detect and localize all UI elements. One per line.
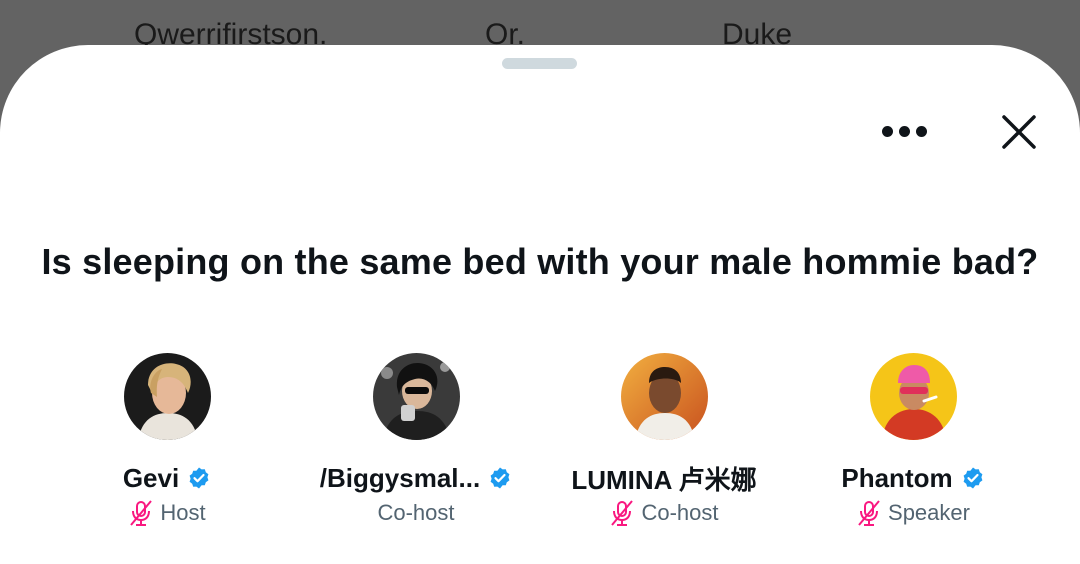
participant-card[interactable]: Phantom Speaker xyxy=(783,353,1043,528)
more-horizontal-icon xyxy=(881,125,927,137)
participant-card[interactable]: Gevi Host xyxy=(37,353,297,528)
mic-off-icon xyxy=(611,500,634,526)
participant-name: LUMINA 卢米娜 xyxy=(571,464,757,495)
avatar[interactable] xyxy=(620,353,708,440)
participant-name: Phantom xyxy=(841,462,953,493)
mic-off-icon xyxy=(130,500,153,526)
avatar[interactable] xyxy=(869,353,957,440)
space-details-sheet: Is sleeping on the same bed with your ma… xyxy=(0,45,1080,564)
close-button[interactable] xyxy=(994,107,1044,157)
verified-badge-icon xyxy=(189,467,209,489)
participant-role: Host xyxy=(160,500,206,525)
more-options-button[interactable] xyxy=(872,111,936,151)
mic-off-icon xyxy=(858,500,880,526)
participant-role: Co-host xyxy=(377,500,455,525)
space-title: Is sleeping on the same bed with your ma… xyxy=(41,241,1039,282)
participant-card[interactable]: /Biggysmal... Co-host xyxy=(286,353,546,528)
avatar[interactable] xyxy=(372,353,460,440)
avatar[interactable] xyxy=(123,353,211,440)
verified-badge-icon xyxy=(963,467,983,489)
participant-card[interactable]: LUMINA 卢米娜 Co-host xyxy=(534,353,794,528)
drag-handle[interactable] xyxy=(502,58,577,69)
close-icon xyxy=(1002,115,1036,149)
participant-role: Speaker xyxy=(888,500,970,525)
participant-role: Co-host xyxy=(641,500,719,525)
verified-badge-icon xyxy=(490,467,510,489)
participant-name: Gevi xyxy=(122,462,180,493)
participant-name: /Biggysmal... xyxy=(319,462,481,493)
